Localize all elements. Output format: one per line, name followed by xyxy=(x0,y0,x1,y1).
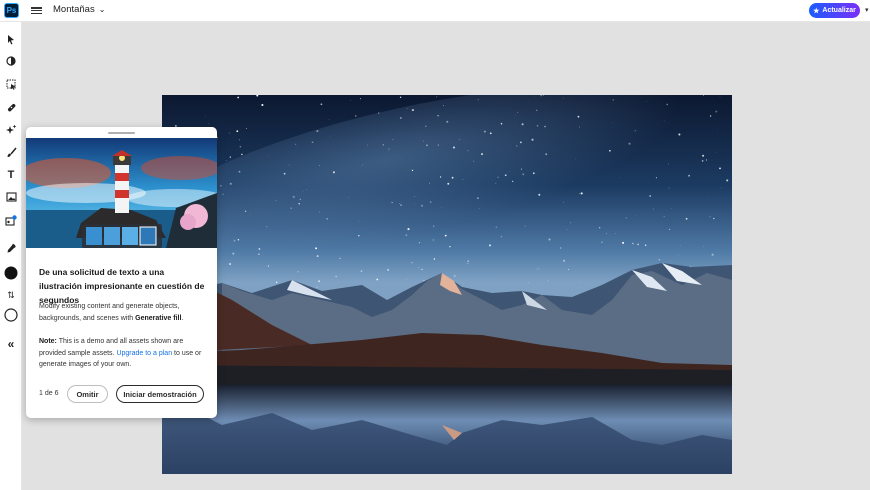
adjust-tool-icon[interactable] xyxy=(3,53,19,69)
document-canvas[interactable] xyxy=(162,95,732,474)
heal-tool-icon[interactable] xyxy=(3,99,19,115)
start-demo-button[interactable]: Iniciar demostración xyxy=(116,385,204,403)
background-color-swatch[interactable] xyxy=(3,307,19,323)
update-button[interactable]: ★ Actualizar xyxy=(809,3,860,18)
drag-handle[interactable] xyxy=(108,132,135,134)
brush-tool-icon[interactable] xyxy=(3,144,19,160)
chevron-down-icon[interactable]: ▾ xyxy=(865,6,869,14)
chevron-down-icon: ⌄ xyxy=(98,5,106,14)
onboarding-note: Note: This is a demo and all assets show… xyxy=(39,336,211,371)
collapse-toolbar-icon[interactable]: « xyxy=(3,336,19,352)
move-tool-icon[interactable] xyxy=(3,31,19,47)
eyedropper-icon[interactable] xyxy=(3,240,19,256)
lighthouse-illustration xyxy=(26,138,217,248)
foreground-color-swatch[interactable] xyxy=(3,265,19,281)
photoshop-logo[interactable]: Ps xyxy=(4,3,19,18)
onboarding-card: De una solicitud de texto a una ilustrac… xyxy=(26,127,217,418)
menu-icon[interactable] xyxy=(31,5,42,16)
update-button-label: Actualizar xyxy=(822,7,856,14)
skip-button[interactable]: Omitir xyxy=(67,385,108,403)
swap-colors-icon[interactable]: ⇅ xyxy=(3,287,19,303)
step-counter: 1 de 6 xyxy=(39,390,59,397)
upgrade-link[interactable]: Upgrade to a plan xyxy=(116,350,172,357)
generate-image-icon[interactable] xyxy=(3,212,19,228)
description-suffix: . xyxy=(181,314,184,322)
document-name-dropdown[interactable]: Montañas ⌄ xyxy=(53,4,105,15)
select-tool-icon[interactable] xyxy=(3,76,19,92)
document-name: Montañas xyxy=(53,4,95,15)
left-toolbar: T ⇅ « xyxy=(0,22,22,490)
top-bar: Ps Montañas ⌄ ★ Actualizar ▾ xyxy=(0,0,870,22)
type-tool-icon[interactable]: T xyxy=(3,167,19,183)
star-icon: ★ xyxy=(813,7,820,15)
description-bold: Generative fill xyxy=(135,314,182,322)
place-image-icon[interactable] xyxy=(3,189,19,205)
note-label: Note: xyxy=(39,338,57,345)
generative-sparkle-icon[interactable] xyxy=(3,121,19,137)
onboarding-description: Modify existing content and generate obj… xyxy=(39,301,211,324)
